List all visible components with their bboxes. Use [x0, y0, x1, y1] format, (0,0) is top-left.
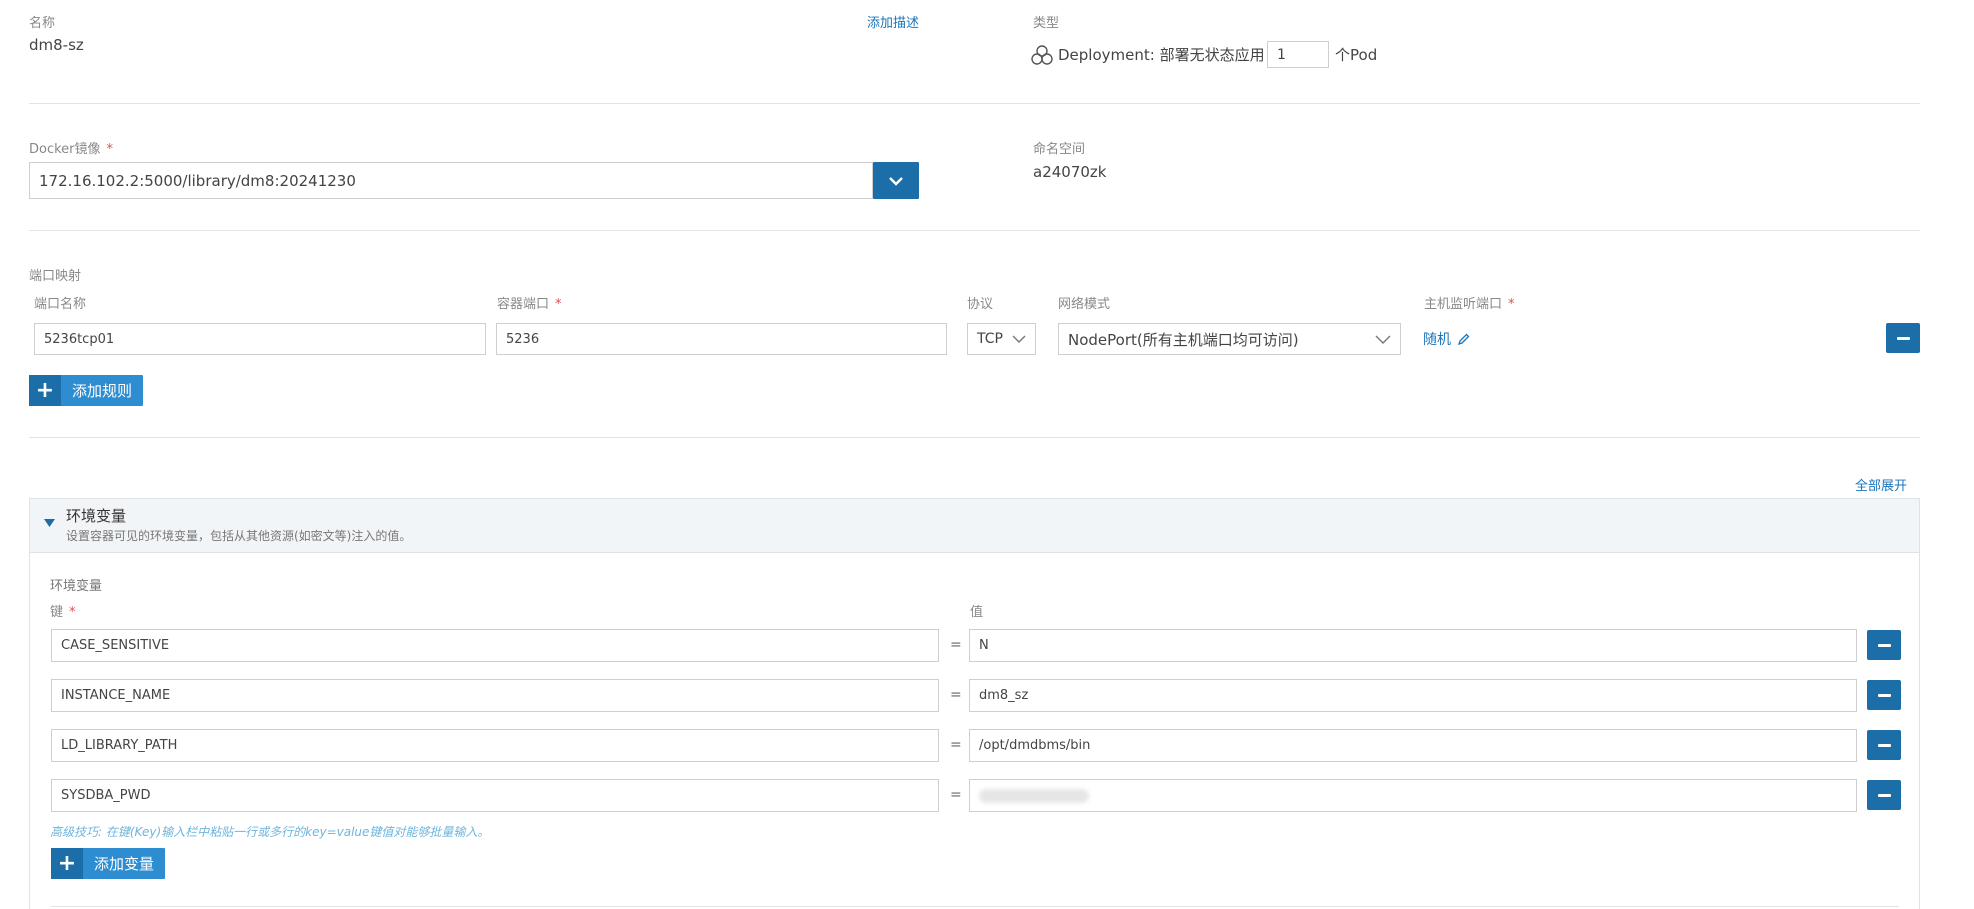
protocol-value: TCP: [977, 331, 1003, 347]
network-mode-value: NodePort(所有主机端口均可访问): [1068, 330, 1299, 349]
env-key-input[interactable]: CASE_SENSITIVE: [51, 629, 939, 662]
chevron-down-icon: [1375, 335, 1391, 344]
env-tip-text: 高级技巧: 在键(Key)输入栏中粘贴一行或多行的key=value键值对能够批…: [50, 825, 490, 839]
add-variable-button[interactable]: + 添加变量: [51, 848, 166, 879]
env-key-input[interactable]: INSTANCE_NAME: [51, 679, 939, 712]
remove-env-button[interactable]: [1867, 780, 1901, 810]
name-value: dm8-sz: [29, 36, 84, 54]
pod-suffix: 个Pod: [1335, 46, 1378, 64]
equals-sign: =: [950, 737, 962, 753]
network-mode-select[interactable]: NodePort(所有主机端口均可访问): [1058, 323, 1401, 355]
type-label: 类型: [1033, 16, 1060, 31]
env-key-input[interactable]: LD_LIBRARY_PATH: [51, 729, 939, 762]
col-protocol: 协议: [967, 297, 994, 312]
caret-down-icon: [44, 519, 55, 527]
equals-sign: =: [950, 687, 962, 703]
env-inner-label: 环境变量: [50, 579, 103, 594]
env-key-label: 键 *: [50, 605, 76, 620]
divider: [51, 906, 1899, 907]
add-description-link[interactable]: 添加描述: [867, 12, 919, 31]
remove-port-button[interactable]: [1886, 323, 1920, 353]
deployment-type-text: Deployment: 部署无状态应用: [1058, 46, 1265, 64]
protocol-select[interactable]: TCP: [967, 323, 1036, 355]
add-variable-label: 添加变量: [94, 855, 155, 873]
env-value-input[interactable]: dm8_sz: [969, 679, 1857, 712]
expand-all-link[interactable]: 全部展开: [1855, 475, 1907, 494]
equals-sign: =: [950, 787, 962, 803]
remove-env-button[interactable]: [1867, 630, 1901, 660]
env-title: 环境变量: [66, 507, 127, 525]
add-rule-label: 添加规则: [72, 382, 133, 400]
env-value-input[interactable]: [969, 779, 1857, 812]
divider: [29, 437, 1920, 438]
port-name-input[interactable]: 5236tcp01: [34, 323, 486, 355]
masked-password: [979, 788, 1089, 803]
deployment-icon: [1031, 44, 1053, 66]
host-port-random[interactable]: 随机: [1423, 329, 1470, 349]
env-key-input[interactable]: SYSDBA_PWD: [51, 779, 939, 812]
container-port-input[interactable]: 5236: [496, 323, 947, 355]
remove-env-button[interactable]: [1867, 730, 1901, 760]
pod-count-input[interactable]: 1: [1267, 41, 1329, 68]
env-value-input[interactable]: /opt/dmdbms/bin: [969, 729, 1857, 762]
port-mapping-label: 端口映射: [29, 269, 82, 284]
docker-image-label: Docker镜像 *: [29, 142, 114, 157]
divider: [29, 230, 1920, 231]
edit-pencil-icon[interactable]: [1457, 333, 1470, 346]
plus-icon: +: [51, 848, 83, 879]
namespace-value: a24070zk: [1033, 163, 1107, 181]
divider: [29, 103, 1920, 104]
chevron-down-icon: [889, 176, 903, 186]
add-rule-button[interactable]: + 添加规则: [29, 375, 144, 406]
col-port-name: 端口名称: [34, 297, 87, 312]
env-panel-header[interactable]: 环境变量 设置容器可见的环境变量，包括从其他资源(如密文等)注入的值。: [30, 499, 1919, 553]
chevron-down-icon: [1012, 335, 1026, 343]
remove-env-button[interactable]: [1867, 680, 1901, 710]
name-label: 名称: [29, 16, 56, 31]
equals-sign: =: [950, 637, 962, 653]
env-value-label: 值: [970, 605, 984, 620]
host-port-value: 随机: [1423, 332, 1451, 348]
namespace-label: 命名空间: [1033, 142, 1086, 157]
col-container-port: 容器端口 *: [497, 297, 562, 312]
docker-image-input[interactable]: 172.16.102.2:5000/library/dm8:20241230: [29, 162, 873, 199]
col-network-mode: 网络模式: [1058, 297, 1111, 312]
env-value-input[interactable]: N: [969, 629, 1857, 662]
plus-icon: +: [29, 375, 61, 406]
env-subtitle: 设置容器可见的环境变量，包括从其他资源(如密文等)注入的值。: [66, 529, 412, 543]
image-dropdown-button[interactable]: [873, 162, 919, 199]
col-host-port: 主机监听端口 *: [1424, 297, 1515, 312]
